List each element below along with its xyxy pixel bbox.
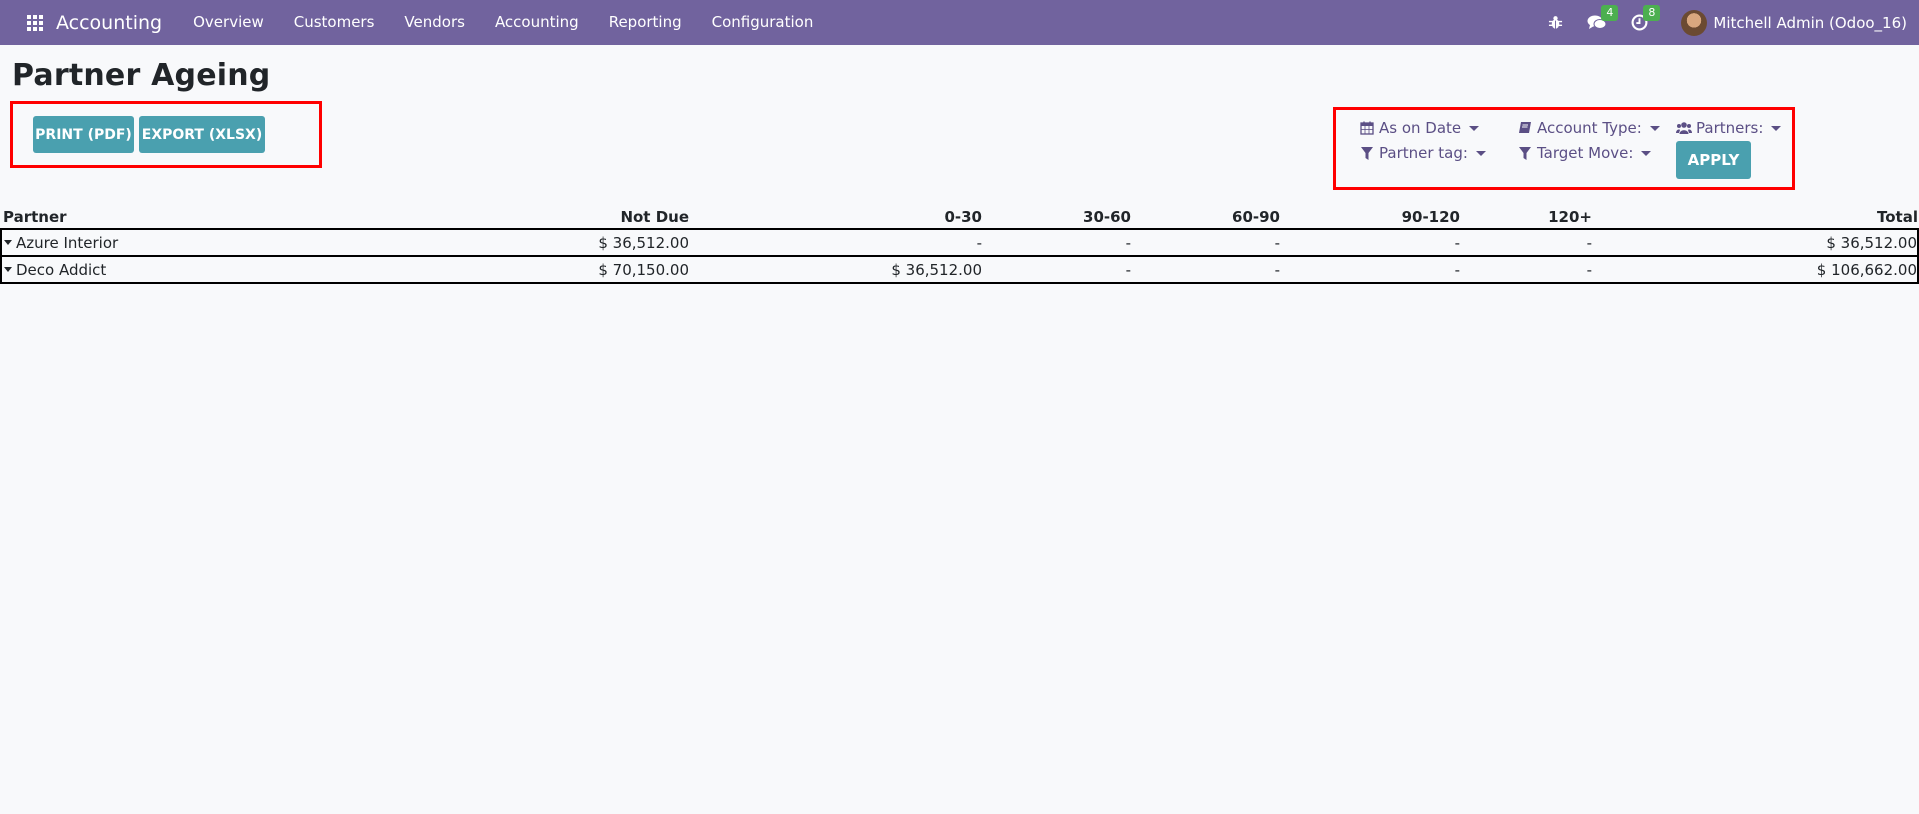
bucket-0-30-cell: $ 36,512.00	[891, 260, 982, 279]
app-brand[interactable]: Accounting	[56, 12, 162, 34]
filter-icon	[1359, 145, 1375, 161]
column-header-60-90: 60-90	[1232, 208, 1280, 226]
bucket-120-plus-cell: -	[1586, 233, 1592, 252]
book-icon	[1517, 120, 1533, 136]
menu-configuration[interactable]: Configuration	[697, 0, 829, 45]
chevron-down-icon	[1771, 125, 1782, 131]
target-move-label: Target Move:	[1537, 144, 1634, 162]
partners-filter[interactable]: Partners:	[1676, 119, 1782, 137]
column-header-0-30: 0-30	[944, 208, 982, 226]
apply-button[interactable]: APPLY	[1676, 141, 1751, 179]
partner-cell[interactable]: Deco Addict	[4, 257, 106, 282]
column-header-30-60: 30-60	[1083, 208, 1131, 226]
bucket-120-plus-cell: -	[1586, 260, 1592, 279]
not-due-cell: $ 70,150.00	[598, 260, 689, 279]
bucket-90-120-cell: -	[1454, 233, 1460, 252]
bucket-60-90-cell: -	[1274, 260, 1280, 279]
column-header-120-plus: 120+	[1548, 208, 1592, 226]
export-xlsx-button[interactable]: EXPORT (XLSX)	[139, 116, 265, 153]
messages-button[interactable]: 4	[1583, 0, 1619, 45]
activities-badge: 8	[1643, 5, 1661, 21]
chevron-down-icon	[1475, 150, 1486, 156]
table-row[interactable]: Azure Interior $ 36,512.00 - - - - - $ 3…	[0, 228, 1919, 257]
menu-accounting[interactable]: Accounting	[480, 0, 594, 45]
user-avatar[interactable]	[1681, 9, 1708, 36]
bucket-30-60-cell: -	[1125, 233, 1131, 252]
activities-button[interactable]: 8	[1625, 0, 1661, 45]
debug-button[interactable]	[1541, 0, 1569, 45]
menu-reporting[interactable]: Reporting	[594, 0, 697, 45]
caret-down-icon[interactable]	[4, 240, 12, 245]
partner-name: Azure Interior	[16, 233, 119, 252]
menu-customers[interactable]: Customers	[279, 0, 390, 45]
column-header-partner: Partner	[3, 208, 67, 226]
apps-grid-icon	[27, 14, 43, 31]
partner-tag-label: Partner tag:	[1379, 144, 1468, 162]
chevron-down-icon	[1649, 125, 1660, 131]
as-on-date-label: As on Date	[1379, 119, 1462, 137]
menu-vendors[interactable]: Vendors	[389, 0, 480, 45]
print-pdf-button[interactable]: PRINT (PDF)	[33, 116, 134, 153]
filter-icon	[1517, 145, 1533, 161]
column-header-90-120: 90-120	[1401, 208, 1460, 226]
partners-label: Partners:	[1696, 119, 1764, 137]
partner-tag-filter[interactable]: Partner tag:	[1359, 144, 1486, 162]
bucket-30-60-cell: -	[1125, 260, 1131, 279]
partner-ageing-table: Partner Not Due 0-30 30-60 60-90 90-120 …	[0, 204, 1919, 284]
app-menu-button[interactable]	[20, 0, 50, 45]
user-menu[interactable]: Mitchell Admin (Odoo_16)	[1713, 14, 1907, 32]
partner-name: Deco Addict	[16, 260, 107, 279]
column-header-not-due: Not Due	[620, 208, 689, 226]
table-row[interactable]: Deco Addict $ 70,150.00 $ 36,512.00 - - …	[0, 255, 1919, 284]
bucket-0-30-cell: -	[976, 233, 982, 252]
total-cell: $ 36,512.00	[1826, 233, 1917, 252]
calendar-icon	[1359, 120, 1375, 136]
bucket-90-120-cell: -	[1454, 260, 1460, 279]
total-cell: $ 106,662.00	[1816, 260, 1917, 279]
chevron-down-icon	[1469, 125, 1480, 131]
chevron-down-icon	[1641, 150, 1652, 156]
account-type-filter[interactable]: Account Type:	[1517, 119, 1660, 137]
messages-badge: 4	[1601, 5, 1619, 21]
users-icon	[1676, 120, 1692, 136]
bug-icon	[1548, 16, 1562, 30]
caret-down-icon[interactable]	[4, 267, 12, 272]
table-header-row: Partner Not Due 0-30 30-60 60-90 90-120 …	[0, 204, 1919, 230]
bucket-60-90-cell: -	[1274, 233, 1280, 252]
target-move-filter[interactable]: Target Move:	[1517, 144, 1652, 162]
as-on-date-filter[interactable]: As on Date	[1359, 119, 1480, 137]
top-navbar: Accounting Overview Customers Vendors Ac…	[0, 0, 1919, 45]
partner-cell[interactable]: Azure Interior	[4, 230, 118, 255]
page-title: Partner Ageing	[12, 58, 271, 93]
column-header-total: Total	[1877, 208, 1918, 226]
not-due-cell: $ 36,512.00	[598, 233, 689, 252]
menu-overview[interactable]: Overview	[178, 0, 279, 45]
account-type-label: Account Type:	[1537, 119, 1642, 137]
